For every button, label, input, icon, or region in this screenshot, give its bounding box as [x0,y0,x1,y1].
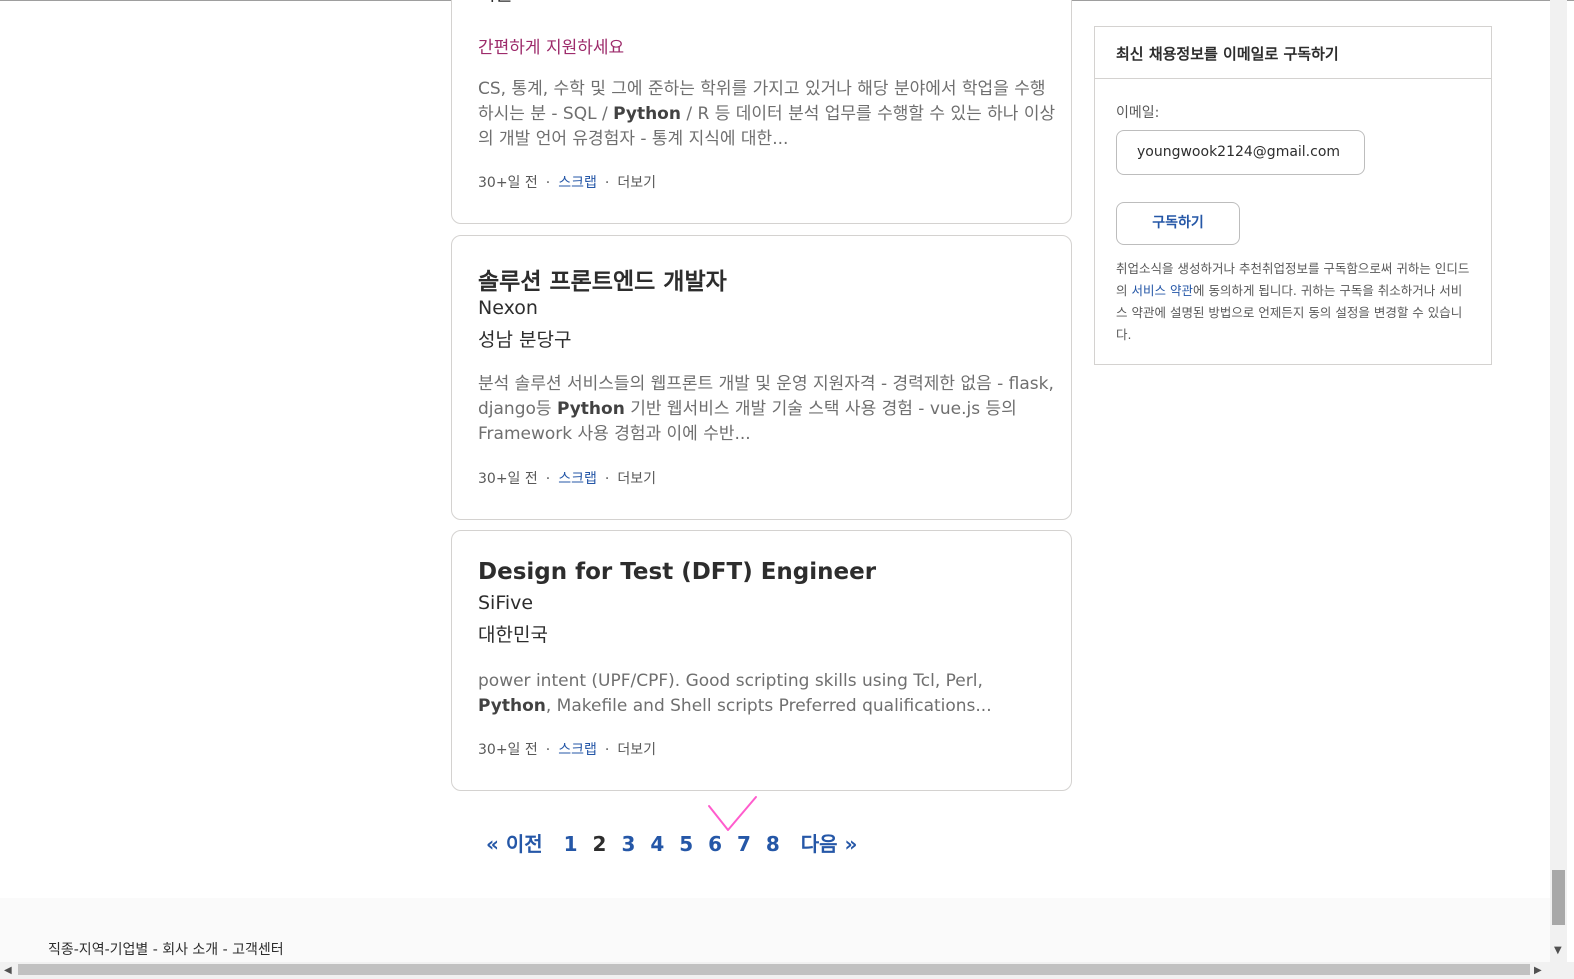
job-location: 서울 [478,0,513,6]
job-snippet: power intent (UPF/CPF). Good scripting s… [478,671,992,716]
page-link-7[interactable]: 7 [737,832,751,856]
vertical-scroll-thumb[interactable] [1552,870,1565,925]
subscribe-terms-note: 취업소식을 생성하거나 추천취업정보를 구독함으로써 귀하는 인디드의 서비스 … [1116,261,1470,342]
prev-page-link[interactable]: « 이전 [486,828,543,857]
subscribe-button[interactable]: 구독하기 [1116,202,1240,245]
save-job-link[interactable]: 스크랩 [558,471,597,487]
scroll-right-arrow-icon[interactable]: ▶ [1534,965,1542,976]
more-link[interactable]: 더보기 [617,471,656,487]
horizontal-scroll-thumb[interactable] [18,964,1530,975]
job-meta: 30+일 전 · 스크랩 · 더보기 [478,175,656,191]
email-label: 이메일: [1116,105,1160,121]
job-card[interactable]: 서울 간편하게 지원하세요 CS, 통계, 수학 및 그에 준하는 학위를 가지… [451,0,1072,224]
scroll-left-arrow-icon[interactable]: ◀ [4,965,12,976]
job-meta: 30+일 전 · 스크랩 · 더보기 [478,471,656,487]
scroll-down-arrow-icon[interactable]: ▼ [1554,945,1562,956]
easy-apply-label: 간편하게 지원하세요 [478,38,625,58]
more-link[interactable]: 더보기 [617,742,656,758]
job-location: 대한민국 [478,624,548,646]
terms-link[interactable]: 서비스 약관 [1131,283,1192,298]
job-age: 30+일 전 [478,175,538,191]
page-link-3[interactable]: 3 [621,832,635,856]
job-age: 30+일 전 [478,471,538,487]
page-link-6[interactable]: 6 [708,832,722,856]
job-age: 30+일 전 [478,742,538,758]
job-location: 성남 분당구 [478,329,572,351]
job-meta: 30+일 전 · 스크랩 · 더보기 [478,742,656,758]
job-title[interactable]: Design for Test (DFT) Engineer [478,559,876,585]
vertical-scrollbar[interactable] [1550,0,1567,962]
email-subscribe-panel: 최신 채용정보를 이메일로 구독하기 이메일: youngwook2124@gm… [1094,26,1492,365]
page-link-1[interactable]: 1 [564,832,578,856]
next-page-link[interactable]: 다음 » [801,828,858,857]
save-job-link[interactable]: 스크랩 [558,742,597,758]
job-card[interactable]: Design for Test (DFT) Engineer SiFive 대한… [451,530,1072,791]
job-company: Nexon [478,297,538,319]
footer-links[interactable]: 직종-지역-기업별 - 회사 소개 - 고객센터 [48,939,284,959]
page-link-4[interactable]: 4 [650,832,664,856]
save-job-link[interactable]: 스크랩 [558,175,597,191]
email-field[interactable]: youngwook2124@gmail.com [1116,130,1365,175]
page-link-5[interactable]: 5 [679,832,693,856]
page-current-2: 2 [592,832,607,856]
job-title[interactable]: 솔루션 프론트엔드 개발자 [478,262,727,296]
job-snippet: CS, 통계, 수학 및 그에 준하는 학위를 가지고 있거나 해당 분야에서 … [478,79,1056,149]
job-company: SiFive [478,592,534,614]
job-snippet: 분석 솔루션 서비스들의 웹프론트 개발 및 운영 지원자격 - 경력제한 없음… [478,374,1054,444]
subscribe-heading: 최신 채용정보를 이메일로 구독하기 [1095,27,1491,79]
pagination: « 이전 1 2 3 4 5 6 7 8 다음 » [486,828,865,857]
more-link[interactable]: 더보기 [617,175,656,191]
page-link-8[interactable]: 8 [766,832,780,856]
job-card[interactable]: 솔루션 프론트엔드 개발자 Nexon 성남 분당구 분석 솔루션 서비스들의 … [451,235,1072,520]
